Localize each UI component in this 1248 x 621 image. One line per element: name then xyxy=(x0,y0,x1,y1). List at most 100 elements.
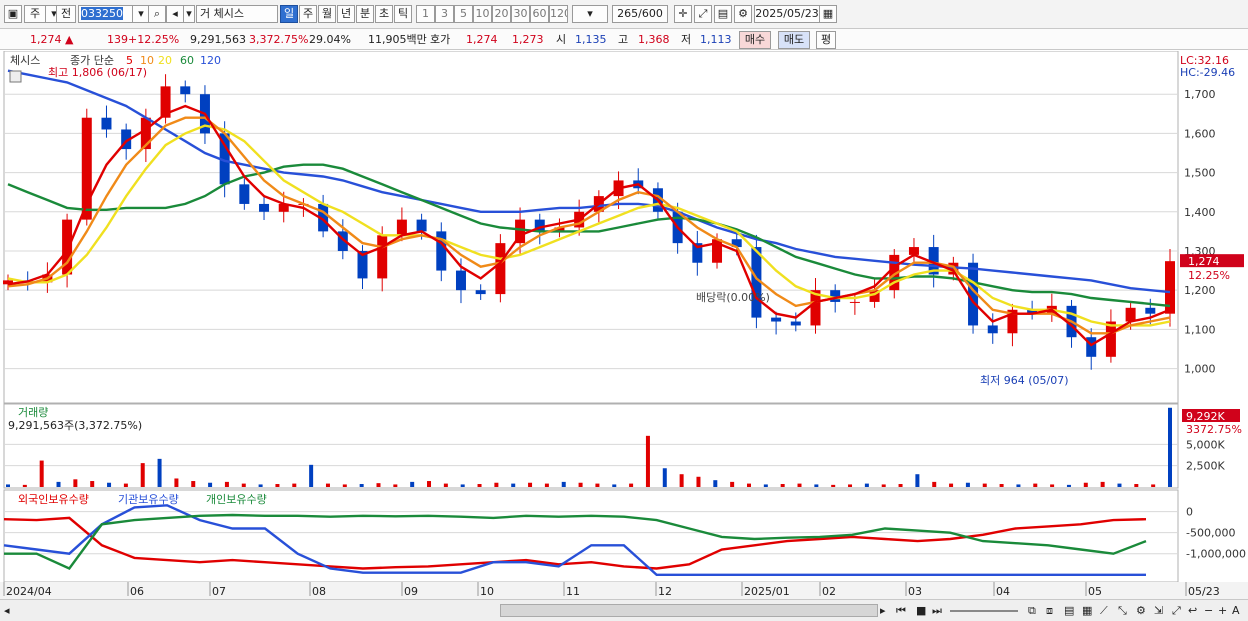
scroll-left-icon[interactable]: ◂ xyxy=(4,603,10,618)
volume-bar xyxy=(292,483,297,487)
x-axis-label: 2024/04 xyxy=(6,585,52,598)
period-button-2[interactable]: 월 xyxy=(318,5,336,23)
volume-bar xyxy=(999,484,1004,487)
price-tick-label: 1,500 xyxy=(1184,167,1216,180)
text-tool-icon[interactable]: A xyxy=(1232,603,1240,618)
market-select[interactable]: 주 xyxy=(24,5,46,23)
bid-price: 1,273 xyxy=(512,33,544,46)
candle-body xyxy=(416,219,427,232)
period-button-1[interactable]: 주 xyxy=(299,5,317,23)
minute-button-5[interactable]: 5 xyxy=(454,5,473,23)
zoom-in-icon[interactable]: + xyxy=(1218,603,1227,618)
sell-button[interactable]: 매도 xyxy=(778,31,810,49)
zoom-slider[interactable] xyxy=(950,610,1018,612)
price-pane[interactable]: 1,7001,6001,5001,4001,3001,2001,1001,000… xyxy=(3,51,1244,404)
eval-button[interactable]: 평 xyxy=(816,31,836,49)
stock-name-field[interactable]: 거 체시스 xyxy=(196,5,278,23)
minute-button-120[interactable]: 120 xyxy=(549,5,568,23)
x-axis-label: 06 xyxy=(130,585,144,598)
code-input[interactable]: 033250 xyxy=(78,5,134,23)
period-button-5[interactable]: 초 xyxy=(375,5,393,23)
volume-pane[interactable]: 5,000K 2,500K 거래량9,291,563주(3,372.75%) 9,29… xyxy=(3,403,1242,489)
volume-bar xyxy=(443,483,448,487)
candle-body xyxy=(1125,307,1136,322)
sell-button-label: 매도 xyxy=(783,33,805,46)
minute-button-60[interactable]: 60 xyxy=(530,5,549,23)
draw-line-icon[interactable]: ⟋ xyxy=(1100,603,1108,618)
holdings-tick-label: -500,000 xyxy=(1186,527,1235,540)
price-tick-label: 1,200 xyxy=(1184,284,1216,297)
custom-period-select[interactable]: ▾ xyxy=(572,5,608,23)
search-icon[interactable]: ⌕ xyxy=(148,5,166,23)
volume-bar xyxy=(309,464,314,487)
chart-area[interactable]: 1,7001,6001,5001,4001,3001,2001,1001,000… xyxy=(0,51,1248,599)
minute-button-20[interactable]: 20 xyxy=(492,5,511,23)
volume-bar xyxy=(56,481,61,487)
volume-bar xyxy=(325,483,330,487)
sound-icon[interactable]: ◂ xyxy=(166,5,184,23)
date-field[interactable]: 2025/05/23 xyxy=(754,5,820,23)
holdings-legend-2: 개인보유수량 xyxy=(206,493,267,506)
bottom-scrollbar[interactable]: ◂ ▸ ⏮ ■ ⏭ ⧉ ⧈ ▤ ▦ ⟋ ⤡ ⚙ ⇲ ⤢ ↩ − + A xyxy=(0,599,1248,621)
low-annotation: 최저 964 (05/07) xyxy=(980,374,1069,387)
volume-bar xyxy=(949,483,954,487)
buy-button-label: 매수 xyxy=(744,33,766,46)
type-select[interactable]: 전 xyxy=(56,5,76,23)
scroll-right-icon[interactable]: ▸ xyxy=(880,603,886,618)
holdings-pane[interactable]: 0 -500,000 -1,000,000 외국인보유수량 기관보유수량 개인보유수량 xyxy=(3,489,1246,583)
volume-bar xyxy=(1050,484,1055,487)
gear-icon[interactable]: ⚙ xyxy=(734,5,752,23)
volume-tick-label: 5,000K xyxy=(1186,438,1225,451)
scroll-back-icon[interactable]: ↩ xyxy=(1188,603,1197,618)
save-icon[interactable]: ▤ xyxy=(714,5,732,23)
scroll-thumb[interactable] xyxy=(500,604,878,617)
volume-bar xyxy=(746,483,751,487)
volume-bar xyxy=(814,484,819,487)
candle-body xyxy=(1105,321,1116,357)
period-button-6[interactable]: 틱 xyxy=(394,5,412,23)
period-button-0[interactable]: 일 xyxy=(280,5,298,23)
ruler-icon[interactable]: ⇲ xyxy=(1154,603,1163,618)
x-axis-label: 05 xyxy=(1088,585,1102,598)
sound-dropdown-icon[interactable]: ▾ xyxy=(183,5,195,23)
calendar-icon[interactable]: ▦ xyxy=(819,5,837,23)
zoom-fit-icon[interactable]: ⤢ xyxy=(1172,603,1181,618)
minute-button-1[interactable]: 1 xyxy=(416,5,435,23)
layout-icon[interactable]: ⧉ xyxy=(1028,603,1036,618)
x-axis: 2024/04 06 07 08 09 10 11 12 2025/01 02 03 04 05 05/2… xyxy=(0,582,1248,599)
price-change: 139 xyxy=(107,33,128,46)
minute-button-3[interactable]: 3 xyxy=(435,5,454,23)
window-tile-icon[interactable]: ⧈ xyxy=(1046,603,1053,618)
volume-bar xyxy=(528,482,533,487)
candle-body xyxy=(101,117,112,130)
first-page-icon[interactable]: ⏮ xyxy=(896,603,906,618)
settings-icon[interactable]: ⚙ xyxy=(1136,603,1146,618)
candle-body xyxy=(849,301,860,303)
period-button-3[interactable]: 년 xyxy=(337,5,355,23)
volume-total-label: 9,291,563주(3,372.75%) xyxy=(8,419,142,432)
crosshair-icon[interactable]: ✛ xyxy=(674,5,692,23)
volume-bar xyxy=(410,481,415,487)
open-price: 1,135 xyxy=(575,33,607,46)
buy-button[interactable]: 매수 xyxy=(739,31,771,49)
price-tick-label: 1,000 xyxy=(1184,363,1216,376)
minute-button-30[interactable]: 30 xyxy=(511,5,530,23)
count-field[interactable]: 265/600 xyxy=(612,5,668,23)
stop-icon[interactable]: ■ xyxy=(916,603,926,618)
volume-bar xyxy=(208,482,213,487)
volume-bar xyxy=(595,483,600,487)
measure-icon[interactable]: ⤡ xyxy=(1118,603,1127,618)
last-page-icon[interactable]: ⏭ xyxy=(932,603,942,618)
volume-bar xyxy=(157,458,162,487)
volume-value: 9,291,563 xyxy=(190,33,246,46)
period-button-4[interactable]: 분 xyxy=(356,5,374,23)
grid-icon[interactable]: ▦ xyxy=(1082,603,1092,618)
legend-ma-60: 60 xyxy=(180,54,194,67)
window-icon[interactable]: ▣ xyxy=(4,5,22,23)
zoom-out-icon[interactable]: − xyxy=(1204,603,1213,618)
draw-tool-icon[interactable]: ⤢ xyxy=(694,5,712,23)
minute-button-10[interactable]: 10 xyxy=(473,5,492,23)
volume-bar xyxy=(629,483,634,487)
copy-icon[interactable]: ▤ xyxy=(1064,603,1074,618)
volume-bar xyxy=(22,484,27,487)
